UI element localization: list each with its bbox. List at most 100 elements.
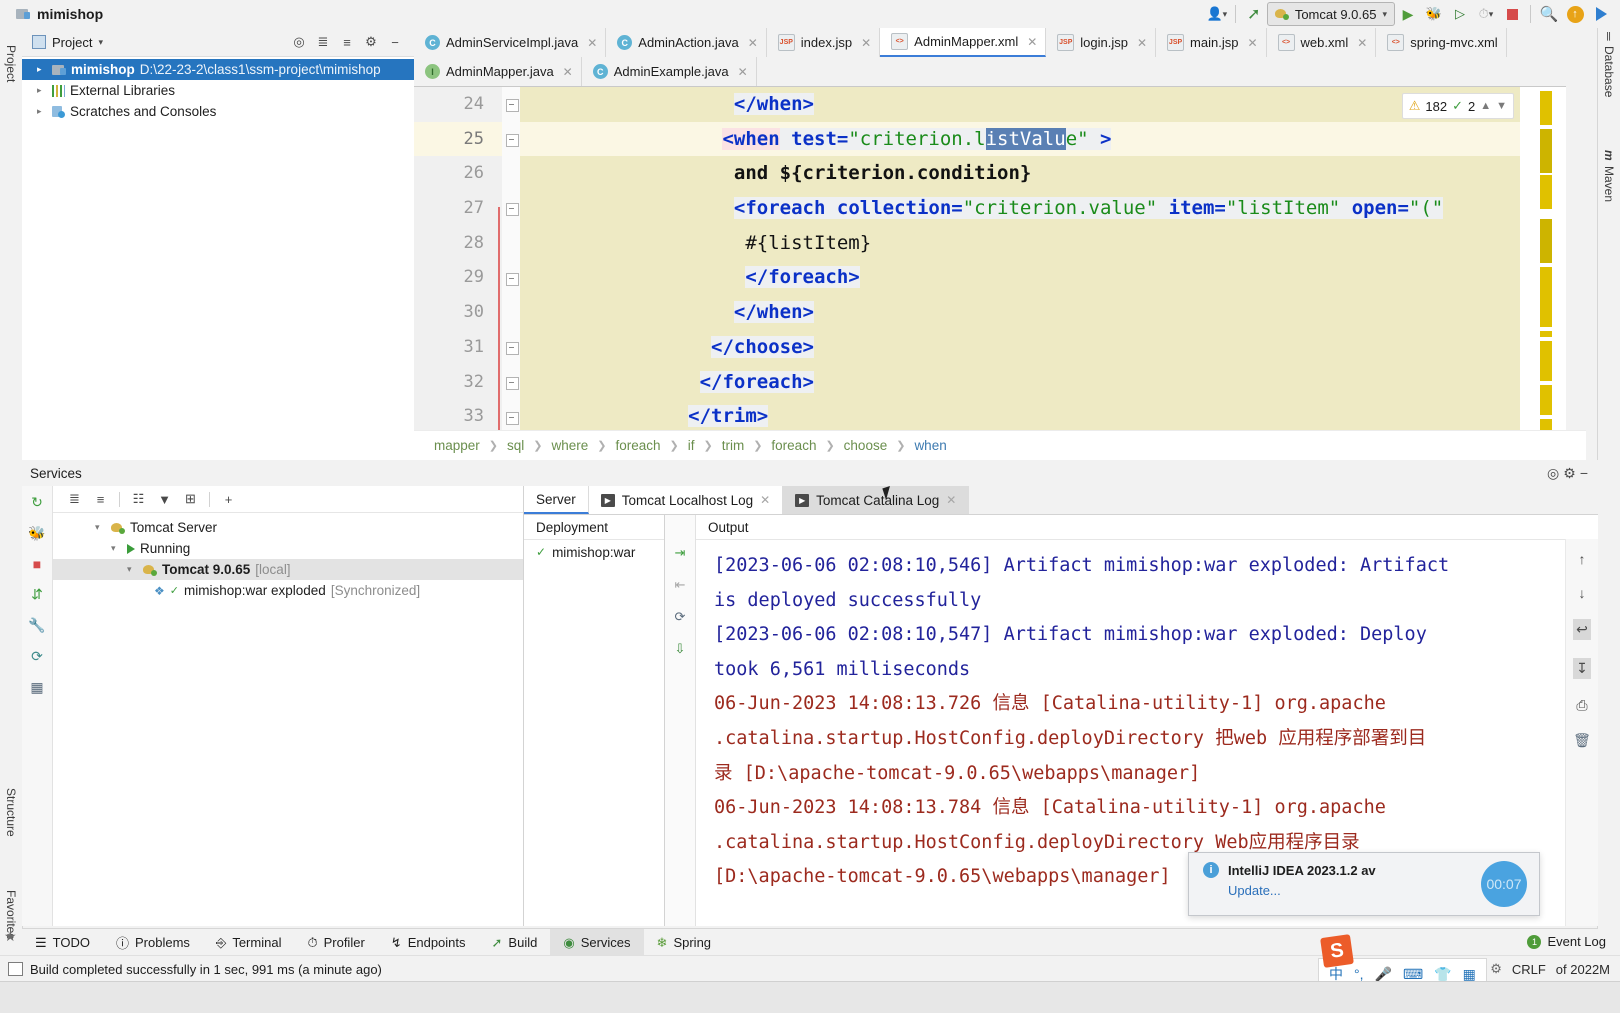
tree-item-mimishop[interactable]: ▸ mimishop D:\22-23-2\class1\ssm-project… bbox=[22, 59, 414, 80]
add-icon[interactable]: + bbox=[217, 488, 240, 510]
hide-window-icon[interactable]: − bbox=[1580, 465, 1588, 482]
user-avatar-icon[interactable]: 👤 ▾ bbox=[1204, 2, 1230, 26]
close-icon[interactable]: ✕ bbox=[861, 36, 871, 50]
stripe-marker[interactable] bbox=[1540, 219, 1552, 263]
deployment-item[interactable]: ✓ mimishop:war bbox=[524, 540, 664, 564]
status-message-area[interactable]: Build completed successfully in 1 sec, 9… bbox=[8, 962, 382, 977]
locate-icon[interactable]: ◎ bbox=[1547, 465, 1559, 482]
close-icon[interactable]: ✕ bbox=[563, 65, 573, 79]
star-icon[interactable]: ★ bbox=[4, 928, 17, 945]
scroll-up-icon[interactable]: ↑ bbox=[1579, 551, 1586, 567]
chevron-right-icon[interactable]: ▸ bbox=[37, 85, 42, 96]
breadcrumb-item-trim[interactable]: trim bbox=[722, 438, 745, 453]
profiler-button[interactable]: ⏱ ▾ bbox=[1473, 2, 1499, 26]
console-tab-catalina-log[interactable]: ▶ Tomcat Catalina Log ✕ bbox=[783, 486, 970, 514]
close-icon[interactable]: ✕ bbox=[738, 65, 748, 79]
tool-button-terminal[interactable]: ⎆ Terminal bbox=[203, 929, 295, 956]
settings-wrench-icon[interactable]: 🔧 bbox=[28, 617, 45, 634]
skin-icon[interactable]: 👕 bbox=[1434, 966, 1451, 983]
editor-tab-main-jsp[interactable]: JSP main.jsp ✕ bbox=[1156, 28, 1267, 57]
scroll-down-icon[interactable]: ↓ bbox=[1579, 585, 1586, 601]
error-stripe-marker-column[interactable] bbox=[1540, 87, 1552, 461]
close-icon[interactable]: ✕ bbox=[587, 36, 597, 50]
editor-tab-spring-mvc-xml[interactable]: <> spring-mvc.xml bbox=[1376, 28, 1507, 57]
run-button[interactable]: ▶ bbox=[1395, 2, 1421, 26]
update-icon[interactable]: ⇩ bbox=[675, 641, 686, 657]
tool-button-profiler[interactable]: ⏱ Profiler bbox=[294, 929, 377, 956]
fold-marker[interactable] bbox=[506, 273, 519, 286]
tool-button-todo[interactable]: ☰ TODO bbox=[22, 929, 103, 956]
breadcrumb-item-mapper[interactable]: mapper bbox=[434, 438, 480, 453]
run-configuration-selector[interactable]: Tomcat 9.0.65 ▾ bbox=[1266, 2, 1395, 26]
rail-item-maven[interactable]: m Maven bbox=[1598, 150, 1620, 242]
locate-icon[interactable]: ◎ bbox=[288, 31, 310, 53]
group-icon[interactable]: ☷ bbox=[127, 488, 150, 510]
tree-item-scratches[interactable]: ▸ Scratches and Consoles bbox=[22, 101, 414, 122]
keyboard-icon[interactable]: ⌨ bbox=[1403, 966, 1423, 983]
code-editor[interactable]: 24 25 26 27 28 29 30 31 32 33 </when> <w… bbox=[414, 87, 1566, 461]
stripe-marker[interactable] bbox=[1540, 385, 1552, 415]
hammer-build-icon[interactable]: ➚ bbox=[1241, 2, 1267, 26]
layout-icon[interactable]: ▦ bbox=[30, 679, 43, 696]
notification-popup[interactable]: i IntelliJ IDEA 2023.1.2 av Update... 00… bbox=[1188, 852, 1540, 916]
expand-all-icon[interactable]: ≣ bbox=[63, 488, 86, 510]
fold-marker[interactable] bbox=[506, 342, 519, 355]
next-action-icon[interactable] bbox=[1588, 2, 1614, 26]
memory-indicator[interactable]: of 2022M bbox=[1556, 962, 1610, 977]
chevron-down-icon[interactable]: ▼ bbox=[1496, 100, 1507, 112]
settings-gear-icon[interactable]: ⚙ bbox=[1490, 961, 1502, 977]
debug-icon[interactable]: 🐝 bbox=[28, 525, 45, 542]
fold-marker[interactable] bbox=[506, 203, 519, 216]
filter-icon[interactable]: ▼ bbox=[153, 488, 176, 510]
project-window-title[interactable]: Project ▾ bbox=[32, 35, 103, 50]
stripe-marker[interactable] bbox=[1540, 91, 1552, 125]
chevron-down-icon[interactable]: ▾ bbox=[98, 37, 103, 48]
stripe-marker[interactable] bbox=[1540, 129, 1552, 173]
deploy-icon[interactable]: ⇥ bbox=[675, 545, 686, 561]
run-with-coverage-button[interactable]: ▷ bbox=[1447, 2, 1473, 26]
redeploy-icon[interactable]: ⟳ bbox=[675, 609, 686, 625]
breadcrumb-item-if[interactable]: if bbox=[688, 438, 695, 453]
mic-icon[interactable]: 🎤 bbox=[1375, 966, 1392, 983]
breadcrumb-item-when[interactable]: when bbox=[914, 438, 946, 453]
rail-item-structure[interactable]: Structure bbox=[0, 768, 22, 856]
redeploy-icon[interactable]: ⇵ bbox=[31, 586, 43, 603]
rail-item-database[interactable]: ═ Database bbox=[1598, 32, 1620, 142]
editor-tab-adminmapper-java[interactable]: I AdminMapper.java ✕ bbox=[414, 57, 582, 86]
close-icon[interactable]: ✕ bbox=[1027, 35, 1037, 49]
stop-icon[interactable]: ■ bbox=[33, 556, 41, 572]
close-icon[interactable]: ✕ bbox=[1357, 36, 1367, 50]
chevron-down-icon[interactable]: ▾ bbox=[95, 522, 106, 533]
breadcrumb-item-sql[interactable]: sql bbox=[507, 438, 524, 453]
stripe-marker[interactable] bbox=[1540, 175, 1552, 209]
tool-button-spring[interactable]: ❄ Spring bbox=[644, 929, 724, 956]
chevron-down-icon[interactable]: ▾ bbox=[111, 543, 122, 554]
collapse-all-icon[interactable]: ≡ bbox=[89, 488, 112, 510]
breadcrumb-item-where[interactable]: where bbox=[551, 438, 588, 453]
fold-marker[interactable] bbox=[506, 412, 519, 425]
print-icon[interactable]: ⎙ bbox=[1576, 697, 1587, 714]
clear-all-icon[interactable]: 🗑 bbox=[1573, 732, 1591, 749]
scroll-to-end-icon[interactable]: ↧ bbox=[1573, 658, 1591, 679]
tree-item-external-libraries[interactable]: ▸ External Libraries bbox=[22, 80, 414, 101]
line-separator-label[interactable]: CRLF bbox=[1512, 962, 1546, 977]
event-log-button[interactable]: 1 Event Log bbox=[1527, 934, 1606, 949]
breadcrumb-item-choose[interactable]: choose bbox=[844, 438, 888, 453]
rail-item-project[interactable]: Project bbox=[0, 32, 22, 96]
chevron-up-icon[interactable]: ▲ bbox=[1480, 100, 1491, 112]
rerun-icon[interactable]: ↻ bbox=[31, 494, 43, 511]
service-node-artifact[interactable]: ❖ ✓ mimishop:war exploded [Synchronized] bbox=[53, 580, 523, 601]
expand-all-icon[interactable]: ≣ bbox=[312, 31, 334, 53]
code-folding-gutter[interactable] bbox=[502, 87, 520, 461]
fold-marker[interactable] bbox=[506, 134, 519, 147]
fold-marker[interactable] bbox=[506, 377, 519, 390]
stripe-marker[interactable] bbox=[1540, 267, 1552, 327]
breadcrumb-item-foreach-2[interactable]: foreach bbox=[771, 438, 816, 453]
soft-wrap-icon[interactable]: ↩ bbox=[1573, 619, 1591, 640]
apps-icon[interactable]: ▦ bbox=[1463, 966, 1476, 983]
editor-tab-adminaction[interactable]: C AdminAction.java ✕ bbox=[606, 28, 767, 57]
service-node-running[interactable]: ▾ Running bbox=[53, 538, 523, 559]
settings-gear-icon[interactable]: ⚙ bbox=[360, 31, 382, 53]
inspection-widget[interactable]: ⚠ 182 ✓ 2 ▲ ▼ bbox=[1401, 93, 1514, 119]
close-icon[interactable]: ✕ bbox=[946, 493, 956, 507]
